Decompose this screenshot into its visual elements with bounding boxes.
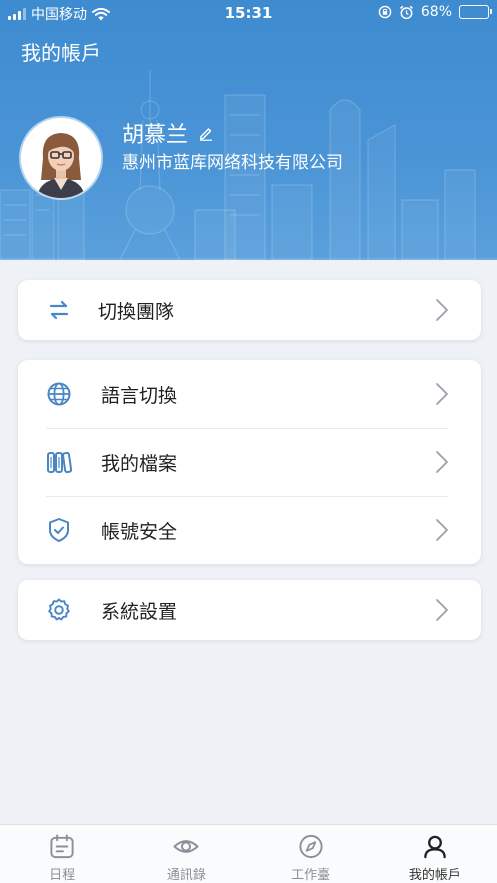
swap-arrows-icon (46, 297, 72, 323)
tab-label-my-account: 我的帳戶 (408, 868, 461, 883)
globe-icon (46, 381, 72, 407)
user-name-row: 胡慕兰 (122, 117, 214, 149)
tab-contacts[interactable]: 通訊錄 (124, 825, 248, 883)
profile-header: 中国移动 15:31 68% 我的帳戶 胡慕兰 惠州市蓝库网络科技有限公司 (0, 0, 497, 260)
tab-workbench[interactable]: 工作臺 (249, 825, 373, 883)
user-avatar-illustration (21, 118, 101, 198)
alarm-icon (399, 5, 413, 19)
menu-label-system-settings: 系統設置 (101, 600, 178, 623)
eye-icon (173, 840, 199, 853)
chevron-right-icon (436, 383, 448, 405)
user-name: 胡慕兰 (122, 123, 189, 148)
status-right: 68% (378, 4, 492, 20)
menu-item-account-security[interactable]: 帳號安全 (18, 496, 481, 564)
compass-icon (299, 834, 323, 859)
shield-check-icon (46, 517, 72, 543)
chevron-right-icon (436, 451, 448, 473)
bottom-tab-bar: 日程 通訊錄 工作臺 我的帳戶 (0, 824, 497, 883)
menu-label-language: 語言切換 (101, 384, 178, 407)
menu-label-account-security: 帳號安全 (101, 520, 178, 543)
switch-team-card: 切換團隊 (18, 280, 481, 340)
menu-item-my-files[interactable]: 我的檔案 (18, 428, 481, 496)
system-settings-card: 系統設置 (18, 580, 481, 640)
chevron-right-icon (436, 299, 448, 321)
tab-label-workbench: 工作臺 (291, 868, 331, 883)
menu-item-language[interactable]: 語言切換 (18, 360, 481, 428)
user-icon (424, 835, 446, 859)
gear-icon (46, 597, 72, 623)
edit-pencil-icon[interactable] (198, 125, 214, 141)
menu-label-my-files: 我的檔案 (101, 452, 178, 475)
battery-percent: 68% (420, 4, 452, 20)
battery-icon (459, 5, 492, 19)
avatar[interactable] (21, 118, 101, 198)
chevron-right-icon (436, 519, 448, 541)
menu-label-switch-team: 切換團隊 (98, 300, 175, 323)
status-bar: 中国移动 15:31 68% (0, 0, 497, 26)
tab-my-account[interactable]: 我的帳戶 (373, 825, 497, 883)
tab-label-schedule: 日程 (49, 868, 76, 883)
rotation-lock-icon (378, 5, 392, 19)
account-options-card: 語言切換 我的檔案 帳號安全 (18, 360, 481, 564)
menu-item-system-settings[interactable]: 系統設置 (18, 580, 481, 640)
page-title: 我的帳戶 (21, 41, 101, 65)
menu-item-switch-team[interactable]: 切換團隊 (18, 280, 481, 340)
calendar-icon (50, 834, 74, 859)
company-name: 惠州市蓝库网络科技有限公司 (122, 153, 343, 173)
tab-schedule[interactable]: 日程 (0, 825, 124, 883)
books-icon (46, 449, 72, 475)
tab-label-contacts: 通訊錄 (166, 868, 206, 883)
chevron-right-icon (436, 599, 448, 621)
